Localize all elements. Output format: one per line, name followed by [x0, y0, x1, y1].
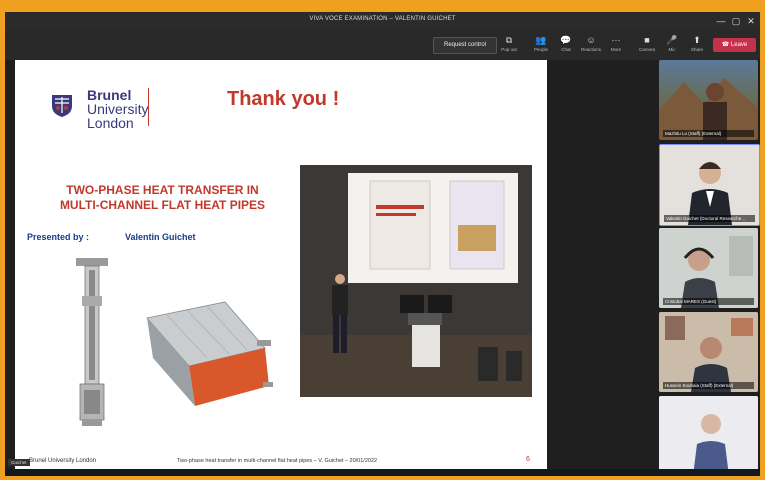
- mic-label: Mic: [668, 47, 676, 52]
- reactions-label: Reactions: [580, 47, 601, 52]
- window-title: VIVA VOCE EXAMINATION – VALENTIN GUICHET: [309, 16, 456, 22]
- share-icon: ⬆: [693, 35, 701, 45]
- participant-tile[interactable]: Cristobal MARES (Guest): [659, 228, 758, 308]
- leave-label: Leave: [730, 42, 748, 48]
- title-bar: VIVA VOCE EXAMINATION – VALENTIN GUICHET…: [5, 12, 760, 30]
- participant-tile[interactable]: Mazhitu Lu (Staff) (External): [659, 60, 758, 140]
- participant-video: [660, 145, 759, 225]
- more-button[interactable]: ··· More: [604, 34, 628, 58]
- leave-button[interactable]: ☎ Leave: [713, 38, 756, 52]
- people-icon: 👥: [535, 35, 547, 45]
- participant-name: Mazhitu Lu (Staff) (External): [663, 130, 754, 137]
- participant-name: Valentin Guichet (Doctoral Researche...: [664, 215, 755, 222]
- flat-heat-pipe-image: [146, 301, 273, 406]
- pop-out-button[interactable]: ⧉ Pop out: [497, 34, 521, 58]
- reactions-icon: ☺: [586, 35, 596, 45]
- participant-name: Cristobal MARES (Guest): [663, 298, 754, 305]
- participant-video: [659, 228, 758, 308]
- chat-button[interactable]: 💬 Chat: [554, 34, 578, 58]
- meeting-toolbar: Request control ⧉ Pop out 👥 People 💬 Cha…: [5, 30, 760, 60]
- participant-video: [659, 78, 758, 140]
- participant-tile[interactable]: [659, 396, 758, 476]
- windows-taskbar: [5, 469, 760, 476]
- user-name-tag: Guichet: [8, 459, 30, 466]
- reactions-button[interactable]: ☺ Reactions: [579, 34, 603, 58]
- thesis-title: TWO-PHASE HEAT TRANSFER IN MULTI-CHANNEL…: [25, 183, 300, 213]
- phone-icon: ☎: [721, 42, 730, 48]
- slide-page-number: 6: [526, 456, 530, 463]
- camera-icon: ■: [644, 35, 650, 45]
- camera-button[interactable]: ■ Camera: [635, 34, 659, 58]
- share-label: Share: [690, 47, 703, 52]
- thank-you-heading: Thank you !: [227, 88, 340, 110]
- presenter-name: Valentin Guichet: [125, 232, 196, 242]
- presentation-photo: [300, 165, 532, 397]
- more-icon: ···: [611, 35, 621, 45]
- people-button[interactable]: 👥 People: [529, 34, 553, 58]
- thesis-title-line-2: MULTI-CHANNEL FLAT HEAT PIPES: [59, 198, 266, 212]
- pop-out-icon: ⧉: [505, 35, 513, 45]
- participant-tile[interactable]: Valentin Guichet (Doctoral Researche...: [659, 144, 760, 226]
- logo-line-2: University: [87, 101, 149, 117]
- logo-line-3: London: [87, 115, 134, 131]
- shared-slide: Brunel University London Thank you ! TWO…: [15, 60, 547, 472]
- more-label: More: [610, 47, 622, 52]
- chat-label: Chat: [561, 47, 571, 52]
- participant-video: [659, 312, 758, 392]
- logo-divider: [148, 88, 149, 126]
- participant-video: [659, 396, 758, 476]
- close-button[interactable]: ✕: [740, 12, 760, 30]
- presented-by-label: Presented by :: [27, 232, 90, 242]
- chat-icon: 💬: [560, 35, 572, 45]
- university-logo: Brunel University London: [87, 88, 148, 130]
- mic-button[interactable]: 🎤 Mic: [660, 34, 684, 58]
- people-label: People: [533, 47, 548, 52]
- participant-name: Hussein Souhaia (Staff) (External): [663, 382, 754, 389]
- pop-out-label: Pop out: [501, 47, 517, 52]
- request-control-button[interactable]: Request control: [433, 37, 497, 54]
- meeting-window: VIVA VOCE EXAMINATION – VALENTIN GUICHET…: [5, 12, 760, 476]
- presentation-room-image: [300, 165, 532, 397]
- participant-tile[interactable]: Hussein Souhaia (Staff) (External): [659, 312, 758, 392]
- slide-footer-left: Brunel University London: [29, 458, 97, 464]
- share-button[interactable]: ⬆ Share: [685, 34, 709, 58]
- logo-line-1: Brunel: [87, 87, 132, 103]
- slide-footer-center: Two-phase heat transfer in multi-channel…: [177, 458, 378, 464]
- thesis-title-line-1: TWO-PHASE HEAT TRANSFER IN: [66, 183, 259, 197]
- brunel-crest-icon: [52, 95, 72, 117]
- heat-pipe-vertical-image: [76, 258, 108, 426]
- participant-gallery: Mazhitu Lu (Staff) (External) Valentin G…: [657, 60, 760, 476]
- mic-icon: 🎤: [666, 35, 678, 45]
- camera-label: Camera: [638, 47, 655, 52]
